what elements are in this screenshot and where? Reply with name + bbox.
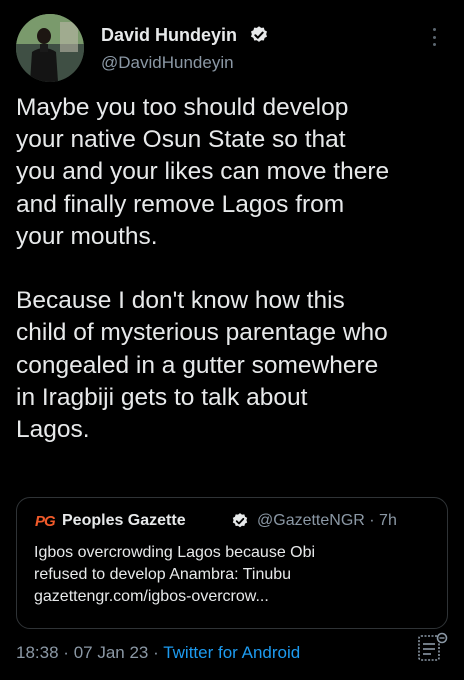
more-options-icon[interactable] [426, 24, 442, 50]
quoted-author-name: Peoples Gazette [62, 512, 186, 529]
quoted-line: refused to develop Anambra: Tinubu [34, 566, 292, 583]
tweet: David Hundeyin @DavidHundeyin Maybe you … [0, 0, 464, 680]
avatar[interactable] [16, 14, 84, 82]
tweet-line: and finally remove Lagos from [16, 190, 345, 218]
tweet-line: Because I don't know how this [16, 287, 345, 315]
tweet-meta: 18:38 · 07 Jan 23 · Twitter for Android [16, 643, 300, 663]
tweet-text: Maybe you too should develop your native… [16, 92, 456, 446]
analytics-icon[interactable] [417, 632, 451, 662]
author-handle[interactable]: @DavidHundeyin [101, 53, 234, 73]
tweet-line: child of mysterious parentage who [16, 319, 388, 347]
author-name[interactable]: David Hundeyin [101, 25, 237, 46]
quoted-tweet-card[interactable]: PG Peoples Gazette @GazetteNGR · 7h Igbo… [16, 497, 448, 629]
avatar-photo [16, 14, 84, 82]
tweet-source-link[interactable]: Twitter for Android [163, 643, 300, 662]
tweet-line: Lagos. [16, 416, 90, 444]
verified-badge-icon [232, 513, 248, 528]
quoted-line: Igbos overcrowding Lagos because Obi [34, 544, 316, 561]
tweet-line: in Iragbiji gets to talk about [16, 383, 308, 411]
tweet-date: 07 Jan 23 [73, 643, 149, 662]
quoted-handle-time: @GazetteNGR · 7h [257, 512, 397, 529]
tweet-line: Maybe you too should develop [16, 94, 349, 121]
peoples-gazette-logo-icon: PG [35, 513, 56, 530]
quoted-tweet-text: Igbos overcrowding Lagos because Obi ref… [34, 542, 434, 608]
meta-separator: · [153, 643, 159, 662]
tweet-line: your native Osun State so that [16, 126, 346, 154]
tweet-line: you and your likes can move there [16, 158, 390, 186]
meta-separator: · [63, 643, 69, 662]
tweet-line: your mouths. [16, 222, 158, 250]
tweet-line: congealed in a gutter somewhere [16, 351, 379, 379]
tweet-time: 18:38 [16, 643, 59, 662]
quoted-link[interactable]: gazettengr.com/igbos-overcrow... [34, 586, 434, 608]
verified-badge-icon [251, 26, 267, 42]
